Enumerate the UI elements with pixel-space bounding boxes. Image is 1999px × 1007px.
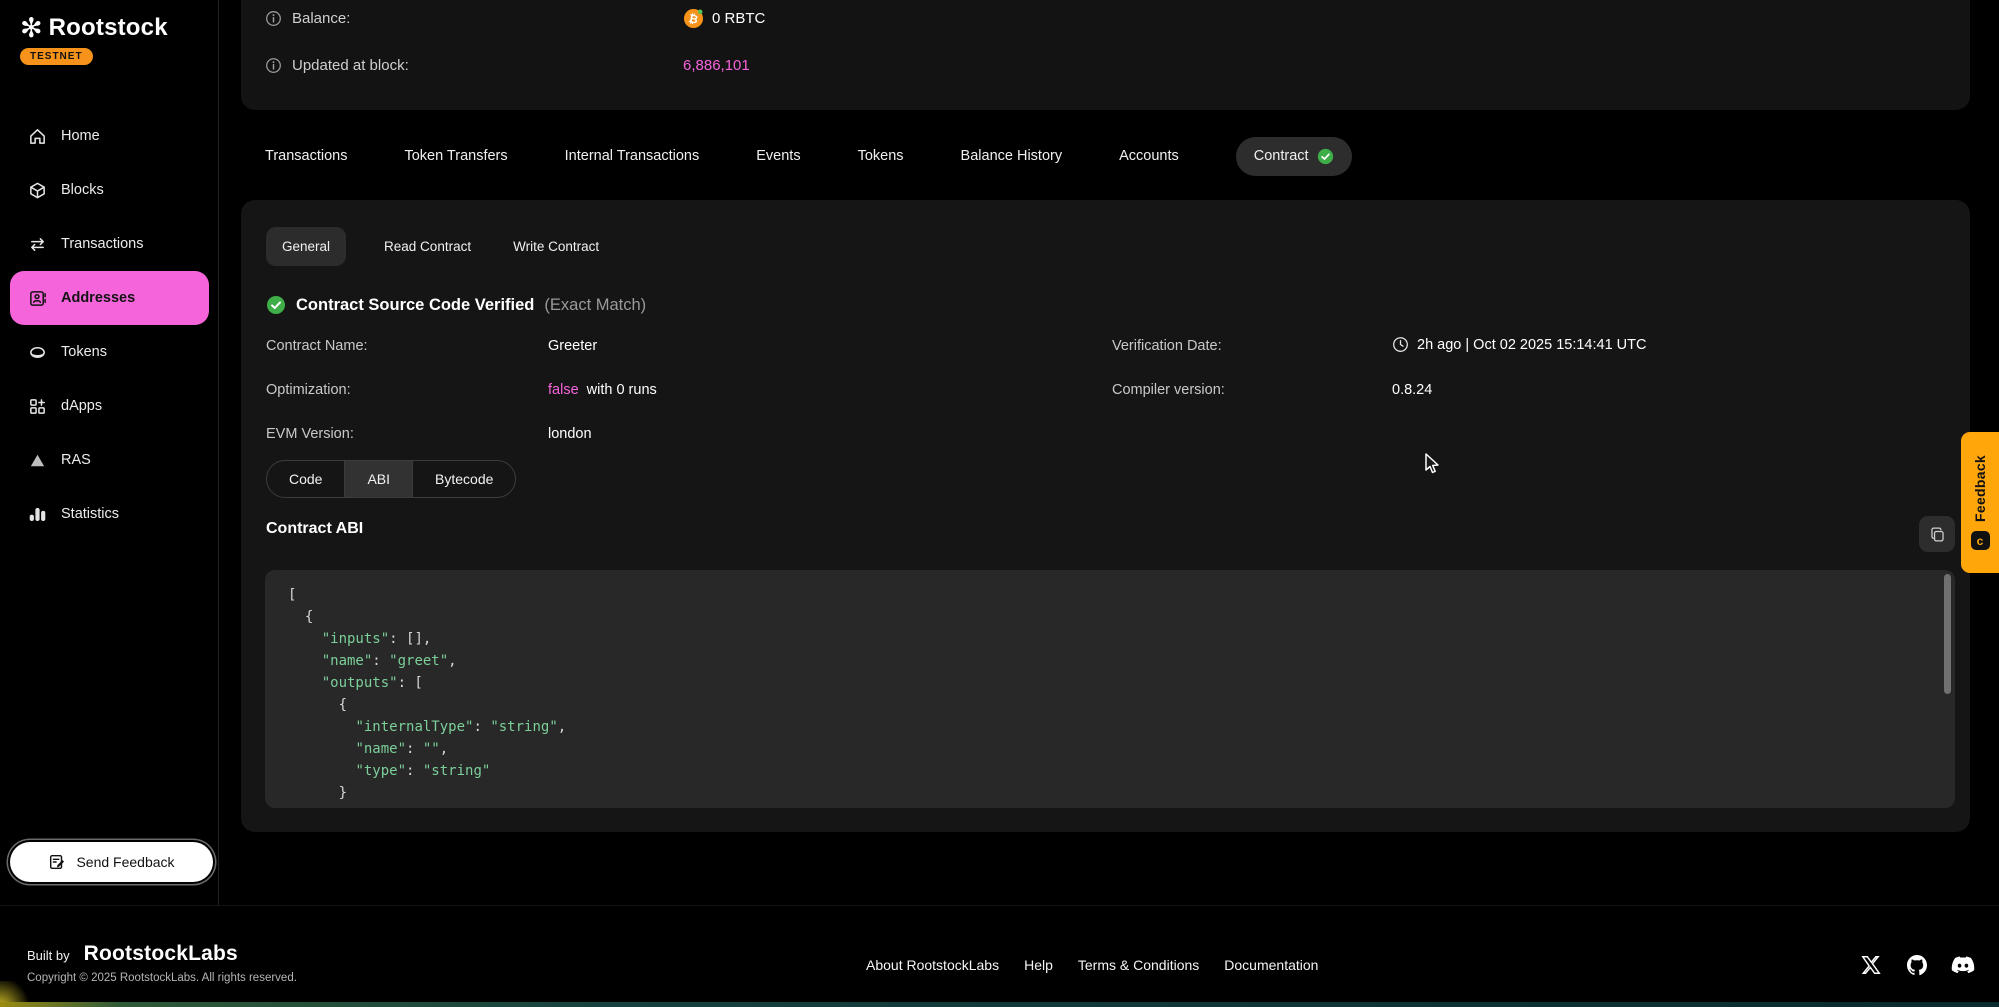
verified-title: Contract Source Code Verified [296, 296, 534, 315]
address-summary-card: Balance: ₿ 0 RBTC Updated at block: 6,88… [241, 0, 1970, 110]
copyright-text: Copyright © 2025 RootstockLabs. All righ… [27, 972, 297, 984]
sidebar-nav: Home Blocks Transactions Addresses Token… [10, 109, 209, 541]
bar-chart-icon [28, 505, 47, 524]
bottom-accent-bar [0, 1002, 1999, 1007]
info-icon[interactable] [265, 57, 282, 74]
verified-banner: Contract Source Code Verified (Exact Mat… [266, 295, 646, 315]
clock-icon [1392, 336, 1409, 353]
footer-links: About RootstockLabs Help Terms & Conditi… [866, 957, 1318, 973]
feedback-label: Feedback [1972, 455, 1988, 522]
built-by-text: Built by [27, 948, 70, 963]
subtab-read-contract[interactable]: Read Contract [380, 227, 475, 266]
code-scrollbar-thumb[interactable] [1944, 574, 1951, 694]
optimization-label: Optimization: [266, 382, 351, 398]
address-book-icon [28, 289, 47, 308]
optimization-value: false with 0 runs [548, 382, 657, 398]
bytecode-tab[interactable]: Bytecode [413, 461, 515, 497]
evm-version-value: london [548, 426, 592, 442]
sidebar-item-transactions[interactable]: Transactions [10, 217, 209, 271]
copy-icon [1929, 526, 1946, 543]
subtab-general[interactable]: General [266, 227, 346, 266]
tab-token-transfers[interactable]: Token Transfers [404, 148, 507, 164]
feedback-logo-icon: c [1971, 531, 1990, 550]
verification-date-label: Verification Date: [1112, 338, 1222, 354]
tab-events[interactable]: Events [756, 148, 800, 164]
updated-at-block-label: Updated at block: [292, 57, 409, 74]
updated-at-block-value[interactable]: 6,886,101 [683, 57, 750, 74]
brand-name: Rootstock [49, 14, 168, 42]
contract-panel: General Read Contract Write Contract Con… [241, 200, 1970, 832]
triangle-icon [28, 451, 47, 470]
feedback-note-icon [48, 853, 66, 871]
tab-tokens[interactable]: Tokens [858, 148, 904, 164]
abi-tab[interactable]: ABI [345, 461, 413, 497]
contract-subtabs: General Read Contract Write Contract [266, 227, 603, 266]
rootstocklabs-wordmark[interactable]: RootstockLabs [84, 942, 238, 966]
rbtc-icon: ₿ [683, 8, 704, 29]
verification-date-value: 2h ago | Oct 02 2025 15:14:41 UTC [1392, 336, 1646, 353]
footer-link-docs[interactable]: Documentation [1224, 957, 1318, 973]
contract-name-value: Greeter [548, 338, 597, 354]
apps-grid-icon [28, 397, 47, 416]
verified-note: (Exact Match) [544, 296, 646, 315]
social-icons [1858, 952, 1976, 978]
balance-value: 0 RBTC [712, 10, 765, 27]
sidebar-item-tokens[interactable]: Tokens [10, 325, 209, 379]
footer: Built by RootstockLabs Copyright © 2025 … [0, 905, 1999, 1002]
cube-icon [28, 181, 47, 200]
copy-abi-button[interactable] [1919, 516, 1955, 552]
verified-check-icon [266, 295, 286, 315]
compiler-version-value: 0.8.24 [1392, 382, 1432, 398]
rootstock-logo-icon: ✻ [20, 15, 43, 42]
tab-contract[interactable]: Contract [1236, 137, 1352, 176]
tab-accounts[interactable]: Accounts [1119, 148, 1179, 164]
sidebar-item-ras[interactable]: RAS [10, 433, 209, 487]
testnet-badge: TESTNET [20, 48, 93, 65]
sidebar-item-addresses[interactable]: Addresses [10, 271, 209, 325]
footer-link-about[interactable]: About RootstockLabs [866, 957, 999, 973]
tab-balance-history[interactable]: Balance History [961, 148, 1063, 164]
balance-label: Balance: [292, 10, 350, 27]
contract-abi-heading: Contract ABI [266, 520, 363, 538]
home-icon [28, 127, 47, 146]
sidebar-item-blocks[interactable]: Blocks [10, 163, 209, 217]
sidebar-item-dapps[interactable]: dApps [10, 379, 209, 433]
verified-check-icon [1317, 148, 1334, 165]
swap-arrows-icon [28, 235, 47, 254]
sidebar-item-home[interactable]: Home [10, 109, 209, 163]
tab-internal-transactions[interactable]: Internal Transactions [565, 148, 700, 164]
send-feedback-button[interactable]: Send Feedback [10, 842, 213, 882]
footer-link-terms[interactable]: Terms & Conditions [1078, 957, 1199, 973]
contract-abi-code[interactable]: [ { "inputs": [], "name": "greet", "outp… [265, 570, 1955, 808]
x-twitter-icon[interactable] [1858, 952, 1884, 978]
coin-icon [28, 343, 47, 362]
evm-version-label: EVM Version: [266, 426, 354, 442]
sidebar: ✻ Rootstock TESTNET Home Blocks Transact… [0, 0, 219, 905]
info-icon[interactable] [265, 10, 282, 27]
github-icon[interactable] [1904, 952, 1930, 978]
discord-icon[interactable] [1950, 952, 1976, 978]
code-tab[interactable]: Code [267, 461, 345, 497]
feedback-side-tab[interactable]: Feedback c [1961, 432, 1999, 573]
compiler-version-label: Compiler version: [1112, 382, 1225, 398]
footer-link-help[interactable]: Help [1024, 957, 1053, 973]
sidebar-item-statistics[interactable]: Statistics [10, 487, 209, 541]
address-tabs: Transactions Token Transfers Internal Tr… [265, 129, 1352, 183]
subtab-write-contract[interactable]: Write Contract [509, 227, 603, 266]
brand-logo[interactable]: ✻ Rootstock TESTNET [20, 14, 168, 65]
contract-name-label: Contract Name: [266, 338, 368, 354]
tab-transactions[interactable]: Transactions [265, 148, 347, 164]
code-view-switch: Code ABI Bytecode [266, 460, 516, 498]
